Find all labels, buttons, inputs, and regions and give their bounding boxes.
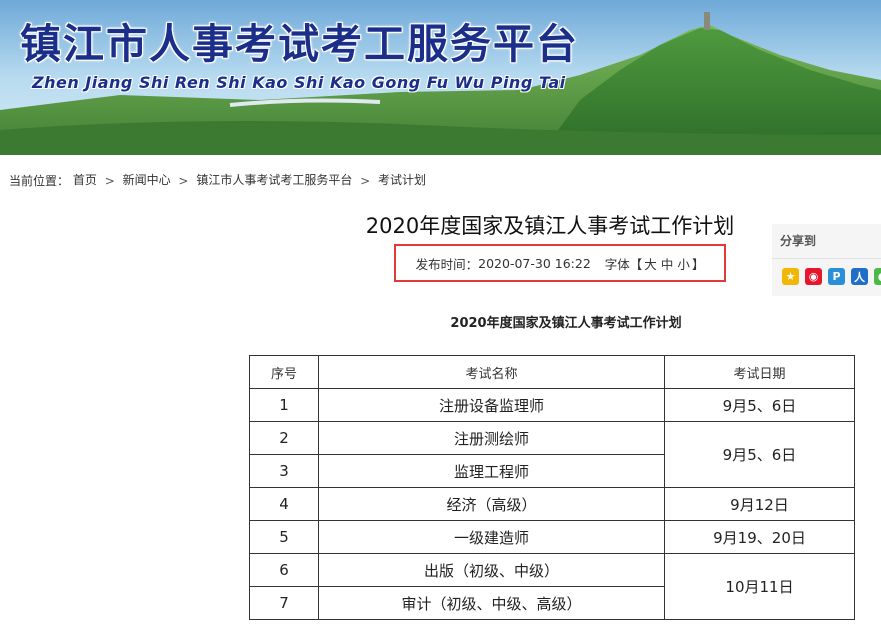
header-number: 序号 [249,355,319,389]
breadcrumb-label: 当前位置： [9,174,70,188]
weibo-icon[interactable]: ◉ [805,268,822,285]
tencent-weibo-icon[interactable]: P [828,268,845,285]
table-row: 5 一级建造师 9月19、20日 [249,520,855,554]
row-number: 6 [249,553,319,587]
row-exam-date: 10月11日 [664,553,855,620]
row-exam-name: 审计（初级、中级、高级） [318,586,665,620]
font-size-close: 】 [691,256,705,272]
row-exam-name: 一级建造师 [318,520,665,554]
table-heading: 2020年度国家及镇江人事考试工作计划 [450,316,682,331]
row-exam-name: 注册测绘师 [318,421,665,455]
row-exam-date: 9月5、6日 [664,421,855,488]
row-exam-date: 9月19、20日 [664,520,855,554]
row-number: 1 [249,388,319,422]
publish-meta: 发布时间： 2020-07-30 16:22 字体【 大 中 小 】 [394,244,726,282]
site-banner: 镇江市人事考试考工服务平台 Zhen Jiang Shi Ren Shi Kao… [0,0,881,155]
header-exam-name: 考试名称 [318,355,665,389]
breadcrumb-news-center[interactable]: 新闻中心 [123,173,171,187]
share-widget: 分享到 ★ ◉ P 人 ● [772,224,881,296]
table-row: 2 注册测绘师 9月5、6日 [249,421,855,488]
row-exam-date: 9月5、6日 [664,388,855,422]
row-exam-name: 经济（高级） [318,487,665,521]
site-title: 镇江市人事考试考工服务平台 [20,20,579,68]
publish-label: 发布时间： [415,256,479,272]
exam-plan-table: 序号 考试名称 考试日期 1 注册设备监理师 9月5、6日 2 注册测绘师 9月… [249,355,855,620]
breadcrumb-separator: > [360,173,371,188]
table-row: 1 注册设备监理师 9月5、6日 [249,388,855,422]
breadcrumb: 当前位置： 首页 > 新闻中心 > 镇江市人事考试考工服务平台 > 考试计划 [9,171,426,189]
breadcrumb-platform[interactable]: 镇江市人事考试考工服务平台 [196,173,352,187]
table-row: 4 经济（高级） 9月12日 [249,487,855,521]
row-number: 3 [249,454,319,488]
breadcrumb-home[interactable]: 首页 [73,173,97,187]
publish-time: 2020-07-30 16:22 [478,255,591,271]
header-exam-date: 考试日期 [664,355,855,389]
table-header-row: 序号 考试名称 考试日期 [249,355,855,389]
share-label: 分享到 [780,234,817,248]
font-large-button[interactable]: 大 [644,254,657,273]
article-title: 2020年度国家及镇江人事考试工作计划 [365,214,735,238]
row-number: 2 [249,421,319,455]
row-number: 5 [249,520,319,554]
row-exam-name: 注册设备监理师 [318,388,665,422]
renren-icon[interactable]: 人 [851,268,868,285]
row-number: 4 [249,487,319,521]
wechat-icon[interactable]: ● [874,268,881,285]
row-exam-name: 监理工程师 [318,454,665,488]
font-medium-button[interactable]: 中 [661,254,674,273]
breadcrumb-separator: > [104,173,115,188]
row-exam-date: 9月12日 [664,487,855,521]
font-small-button[interactable]: 小 [677,254,690,273]
breadcrumb-separator: > [178,173,189,188]
qzone-icon[interactable]: ★ [782,268,799,285]
font-size-label: 字体【 [604,256,643,272]
site-subtitle-pinyin: Zhen Jiang Shi Ren Shi Kao Shi Kao Gong … [32,73,566,92]
breadcrumb-exam-plan[interactable]: 考试计划 [378,173,426,187]
row-number: 7 [249,586,319,620]
table-row: 6 出版（初级、中级） 10月11日 [249,553,855,620]
row-exam-name: 出版（初级、中级） [318,553,665,587]
